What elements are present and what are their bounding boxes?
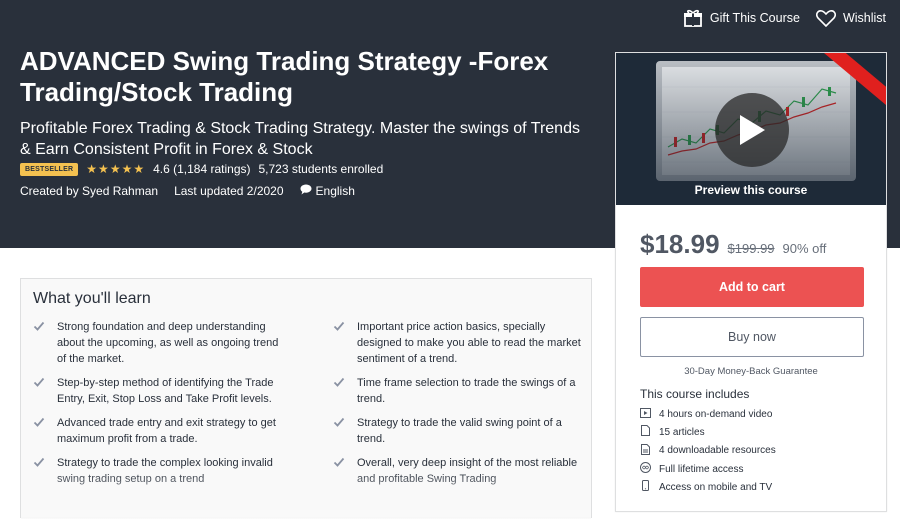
includes-heading: This course includes (640, 387, 750, 401)
includes-label: Access on mobile and TV (659, 481, 773, 493)
gift-course-button[interactable]: Gift This Course (683, 9, 800, 27)
wishlist-label: Wishlist (842, 11, 886, 25)
gift-label: Gift This Course (709, 11, 800, 25)
speech-bubble-icon (300, 184, 312, 198)
top-actions: Gift This Course Wishlist (683, 9, 886, 27)
learn-item-text: Strong foundation and deep understanding… (57, 321, 279, 365)
check-icon (33, 416, 45, 433)
video-icon (640, 407, 651, 421)
preview-label: Preview this course (694, 183, 808, 197)
includes-label: Full lifetime access (659, 463, 744, 475)
heart-icon (815, 9, 836, 27)
includes-label: 15 articles (659, 426, 705, 438)
infinity-icon (640, 462, 651, 476)
check-icon (333, 376, 345, 393)
learn-heading: What you'll learn (33, 290, 151, 307)
learn-item: Important price action basics, specially… (333, 319, 583, 367)
course-preview-video[interactable]: Preview this course (616, 53, 886, 205)
includes-list: 4 hours on-demand video 15 articles 4 do… (640, 405, 776, 496)
bestseller-badge: BESTSELLER (20, 162, 79, 176)
wishlist-button[interactable]: Wishlist (815, 9, 886, 27)
includes-label: 4 hours on-demand video (659, 408, 773, 420)
what-you-learn-box: What you'll learn Strong foundation and … (20, 278, 592, 519)
course-subtitle: Profitable Forex Trading & Stock Trading… (20, 120, 580, 158)
course-meta: Created by Syed Rahman Last updated 2/20… (20, 184, 355, 198)
money-back-guarantee: 30-Day Money-Back Guarantee (684, 366, 818, 377)
includes-item: 15 articles (640, 423, 776, 441)
language: English (300, 184, 355, 198)
original-price: $199.99 (727, 241, 775, 256)
students-enrolled: 5,723 students enrolled (258, 162, 384, 176)
buy-now-button[interactable]: Buy now (640, 317, 864, 357)
discount-percent: 90% off (782, 241, 827, 256)
rating-row: BESTSELLER ★★★★★ 4.6 (1,184 ratings) 5,7… (20, 162, 383, 176)
includes-item: 4 downloadable resources (640, 442, 776, 460)
includes-label: 4 downloadable resources (659, 445, 776, 457)
learn-item-text: Important price action basics, specially… (357, 321, 581, 365)
includes-item: Access on mobile and TV (640, 478, 776, 496)
includes-item: 4 hours on-demand video (640, 405, 776, 423)
learn-item: Time frame selection to trade the swings… (333, 375, 583, 407)
learn-item: Advanced trade entry and exit strategy t… (33, 415, 283, 447)
download-icon (640, 443, 651, 458)
learn-item: Step-by-step method of identifying the T… (33, 375, 283, 407)
check-icon (33, 376, 45, 393)
learn-item: Strategy to trade the valid swing point … (333, 415, 583, 447)
learn-item-text: Advanced trade entry and exit strategy t… (57, 417, 276, 445)
current-price: $18.99 (640, 229, 720, 259)
created-by[interactable]: Created by Syed Rahman (20, 184, 158, 198)
article-icon (640, 425, 651, 439)
purchase-sidebar: Preview this course $18.99 $199.99 90% o… (615, 52, 887, 512)
includes-item: Full lifetime access (640, 460, 776, 478)
last-updated: Last updated 2/2020 (174, 184, 284, 198)
check-icon (33, 320, 45, 337)
course-title: ADVANCED Swing Trading Strategy -Forex T… (20, 46, 549, 107)
mobile-icon (640, 480, 651, 494)
learn-item-text: Strategy to trade the valid swing point … (357, 417, 562, 445)
learn-item: Strong foundation and deep understanding… (33, 319, 283, 367)
check-icon (333, 416, 345, 433)
language-label: English (315, 184, 355, 198)
rating-text[interactable]: 4.6 (1,184 ratings) (153, 162, 250, 176)
learn-item-text: Step-by-step method of identifying the T… (57, 377, 274, 405)
learn-fade-overlay (21, 469, 591, 519)
gift-icon (683, 9, 703, 27)
check-icon (333, 320, 345, 337)
play-icon[interactable] (715, 93, 789, 167)
price-row: $18.99 $199.99 90% off (640, 229, 826, 260)
star-rating-icon: ★★★★★ (86, 162, 146, 176)
learn-item-text: Time frame selection to trade the swings… (357, 377, 576, 405)
add-to-cart-button[interactable]: Add to cart (640, 267, 864, 307)
